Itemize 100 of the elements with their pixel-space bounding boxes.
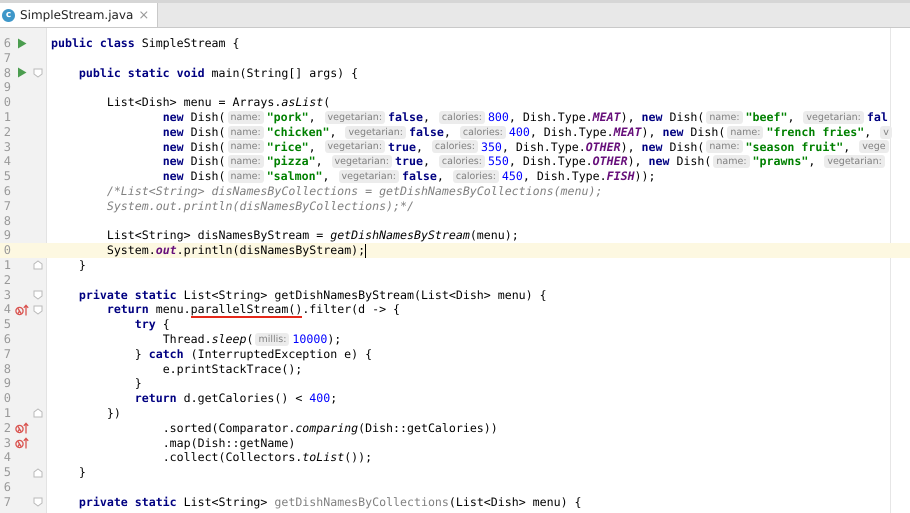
lambda-arrow-icon[interactable] xyxy=(15,436,29,449)
code-text: } catch (InterruptedException e) { xyxy=(134,346,372,362)
fold-start-icon[interactable] xyxy=(33,68,43,78)
file-tab[interactable]: c SimpleStream.java × xyxy=(0,3,158,27)
parameter-hint: name: xyxy=(727,126,764,139)
run-icon[interactable] xyxy=(17,38,27,49)
lambda-arrow-icon[interactable] xyxy=(15,422,29,434)
parameter-hint: name: xyxy=(228,155,264,168)
parameter-hint: calories: xyxy=(438,155,485,168)
code-text: public static void main(String[] args) { xyxy=(78,66,358,80)
fold-start-icon[interactable] xyxy=(33,497,43,508)
line-number: 1 xyxy=(2,406,11,421)
code-text: false, xyxy=(402,169,445,184)
code-text: public class SimpleStream { xyxy=(51,36,240,51)
code-text: List<String> disNamesByStream = getDishNamesByStream(menu); xyxy=(106,228,519,244)
line-number: 7 xyxy=(2,346,11,362)
parameter-hint: name: xyxy=(228,126,264,139)
line-number: 6 xyxy=(2,332,11,347)
parameter-hint: v xyxy=(880,126,892,139)
parameter-hint: vegetarian: xyxy=(803,110,864,124)
line-number: 1 xyxy=(2,110,11,125)
line-number: 4 xyxy=(2,450,11,466)
code-text: false, xyxy=(388,110,431,125)
line-number: 5 xyxy=(2,169,11,184)
line-number: 0 xyxy=(2,95,11,110)
code-text: new Dish( xyxy=(162,110,226,125)
class-icon: c xyxy=(2,8,15,22)
line-number: 5 xyxy=(2,465,11,480)
code-text: e.printStackTrace(); xyxy=(162,362,302,376)
code-text: .map(Dish::getName) xyxy=(162,436,296,450)
parameter-hint: name: xyxy=(228,170,264,184)
code-text: } xyxy=(78,258,86,273)
code-text: new Dish( xyxy=(162,169,226,184)
fold-start-icon[interactable] xyxy=(33,304,43,315)
parameter-hint: vegetarian: xyxy=(324,110,386,124)
run-icon[interactable] xyxy=(17,67,27,78)
line-number: 5 xyxy=(2,317,11,332)
code-text: 350, Dish.Type.OTHER), new Dish( xyxy=(480,140,704,154)
line-number: 8 xyxy=(2,362,11,376)
code-text: 450, Dish.Type.FISH)); xyxy=(502,169,656,184)
code-text: try { xyxy=(134,317,170,332)
line-number: 2 xyxy=(2,420,11,436)
line-number: 9 xyxy=(2,228,11,244)
parameter-hint: calories: xyxy=(460,126,506,139)
code-text: true, xyxy=(395,154,431,170)
code-text: "pizza", xyxy=(266,154,324,170)
code-text: "rice", xyxy=(266,140,317,154)
code-text: 550, Dish.Type.OTHER), new Dish( xyxy=(488,154,712,170)
parameter-hint: vege xyxy=(859,140,889,154)
code-text: new Dish( xyxy=(162,154,226,170)
line-number: 6 xyxy=(2,480,11,495)
parameter-hint: vegetarian: xyxy=(824,155,885,168)
code-text: "prawns", xyxy=(752,154,816,170)
code-text: System.out.println(disNamesByCollections);*/ xyxy=(106,198,414,214)
code-text: new Dish( xyxy=(162,140,226,154)
line-number: 3 xyxy=(2,436,11,450)
parameter-hint: vegetarian: xyxy=(345,126,406,139)
parameter-hint: calories: xyxy=(432,140,478,154)
fold-end-icon[interactable] xyxy=(33,408,43,418)
code-text: 10000); xyxy=(292,332,342,347)
code-text: .sorted(Comparator.comparing(Dish::getCalories)) xyxy=(162,420,498,436)
line-number: 4 xyxy=(2,302,11,318)
line-number: 6 xyxy=(2,184,11,199)
line-number: 2 xyxy=(2,124,11,140)
line-number: 7 xyxy=(2,50,11,66)
code-text: List<Dish> menu = Arrays.asList( xyxy=(106,95,330,110)
line-number: 7 xyxy=(2,198,11,214)
code-text: new Dish( xyxy=(162,124,226,140)
parameter-hint: name: xyxy=(228,140,264,154)
line-number: 4 xyxy=(2,154,11,170)
parameter-hint: vegetarian: xyxy=(332,155,392,168)
line-number: 3 xyxy=(2,140,11,154)
line-number: 8 xyxy=(2,66,11,80)
code-text: 400, Dish.Type.MEAT), new Dish( xyxy=(508,124,726,140)
fold-end-icon[interactable] xyxy=(33,468,43,478)
code-text: System.out.println(disNamesByStream); xyxy=(106,243,366,258)
code-text: /*List<String> disNamesByCollections = getDishNamesByCollections(menu); xyxy=(106,184,602,199)
code-text: return d.getCalories() < 400; xyxy=(134,391,338,406)
line-number: 9 xyxy=(2,80,11,96)
parameter-hint: calories: xyxy=(452,170,499,184)
code-text: "chicken", xyxy=(266,124,338,140)
parameter-hint: millis: xyxy=(255,332,290,346)
lambda-arrow-icon[interactable] xyxy=(15,304,29,316)
code-text: Thread.sleep( xyxy=(162,332,254,347)
code-text: "french fries", xyxy=(766,124,872,140)
parameter-hint: name: xyxy=(706,110,743,124)
parameter-hint: name: xyxy=(713,155,750,168)
code-text: } xyxy=(134,376,142,392)
code-text: false, xyxy=(408,124,452,140)
code-text: private static List<String> getDishNamesByStream(List<Dish> menu) { xyxy=(78,288,547,302)
code-text: "salmon", xyxy=(266,169,331,184)
line-number: 0 xyxy=(2,243,11,258)
fold-start-icon[interactable] xyxy=(33,290,43,300)
code-text: 800, Dish.Type.MEAT), new Dish( xyxy=(488,110,704,125)
code-text: .collect(Collectors.toList()); xyxy=(162,450,372,466)
code-text: private static List<String> getDishNamesByCollections(List<Dish> menu) { xyxy=(78,494,582,510)
line-number: 7 xyxy=(2,494,11,510)
parameter-hint: vegetarian: xyxy=(324,140,386,154)
code-text: fal xyxy=(866,110,888,125)
fold-end-icon[interactable] xyxy=(33,260,43,270)
